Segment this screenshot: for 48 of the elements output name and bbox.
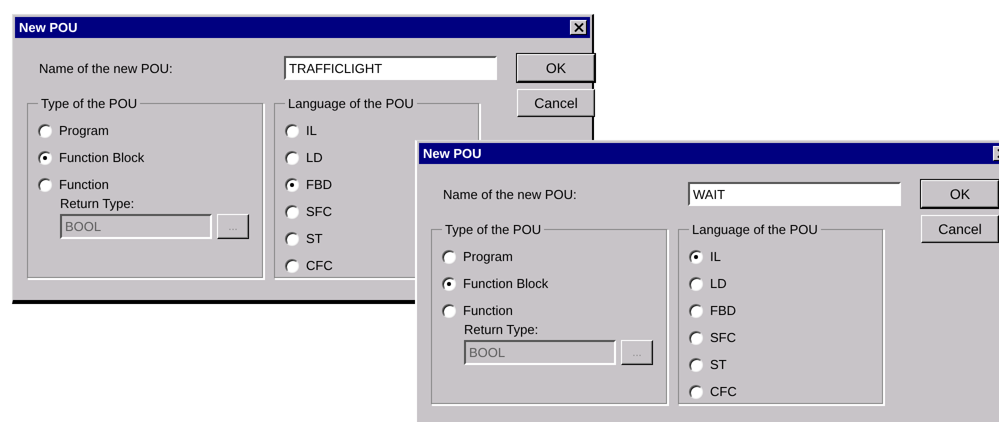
radio-button[interactable] xyxy=(689,330,703,344)
option-label: Function Block xyxy=(59,150,144,165)
radio-button[interactable] xyxy=(285,204,299,218)
option-label: SFC xyxy=(306,204,332,219)
ok-button[interactable]: OK xyxy=(921,180,999,208)
group-title: Language of the POU xyxy=(287,96,415,111)
option-label: Function Block xyxy=(463,276,548,291)
radio-button[interactable] xyxy=(689,250,703,264)
radio-button[interactable] xyxy=(285,258,299,272)
field-label: Return Type: xyxy=(59,196,136,211)
option-label: IL xyxy=(710,249,721,264)
option-label: ST xyxy=(710,357,727,372)
radio-button[interactable] xyxy=(689,276,703,290)
option-label: SFC xyxy=(710,330,736,345)
option-label: Function xyxy=(463,303,513,318)
close-button[interactable] xyxy=(570,20,587,35)
option-label: Program xyxy=(59,123,109,138)
option-label: IL xyxy=(306,123,317,138)
radio-button[interactable] xyxy=(689,384,703,398)
radio-button[interactable] xyxy=(689,304,703,318)
radio-button[interactable] xyxy=(285,178,299,192)
name-field[interactable]: TRAFFICLIGHT xyxy=(284,56,497,80)
radio-button[interactable] xyxy=(285,150,299,164)
option-label: ST xyxy=(306,231,323,246)
field-label: Name of the new POU: xyxy=(442,186,577,202)
window-title: New POU xyxy=(423,146,482,161)
radio-button[interactable] xyxy=(285,232,299,246)
option-label: CFC xyxy=(306,258,333,273)
close-icon xyxy=(574,23,584,32)
group-title: Language of the POU xyxy=(691,222,819,237)
field-label: Name of the new POU: xyxy=(38,60,173,76)
cancel-button[interactable]: Cancel xyxy=(921,215,999,243)
field-label: Return Type: xyxy=(463,322,540,337)
option-label: FBD xyxy=(306,177,332,192)
option-label: CFC xyxy=(710,384,737,399)
cancel-button[interactable]: Cancel xyxy=(517,89,595,117)
name-field[interactable]: WAIT xyxy=(688,182,901,206)
group-title: Type of the POU xyxy=(40,96,138,111)
option-label: Function xyxy=(59,177,109,192)
group-title: Type of the POU xyxy=(444,222,542,237)
window-title: New POU xyxy=(19,20,78,35)
ok-button[interactable]: OK xyxy=(517,54,595,82)
radio-button[interactable] xyxy=(285,124,299,138)
option-label: LD xyxy=(710,276,727,291)
option-label: FBD xyxy=(710,303,736,318)
radio-button[interactable] xyxy=(689,358,703,372)
option-label: Program xyxy=(463,249,513,264)
option-label: LD xyxy=(306,150,323,165)
